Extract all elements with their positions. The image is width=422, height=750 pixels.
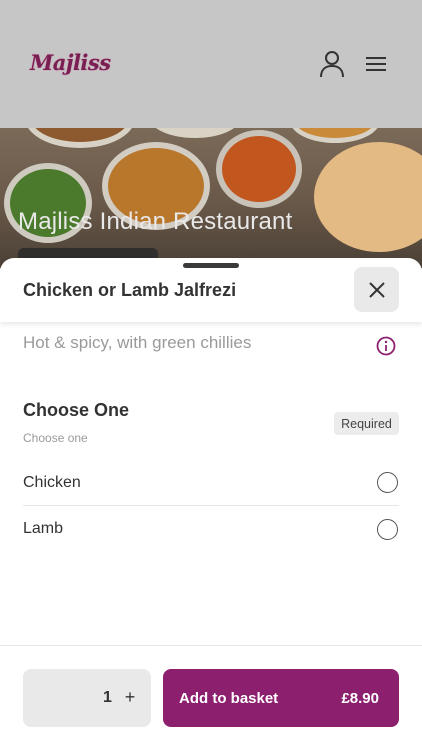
item-title: Chicken or Lamb Jalfrezi: [23, 280, 237, 300]
food-image: [290, 128, 380, 143]
add-to-basket-button[interactable]: Add to basket £8.90: [163, 669, 399, 727]
food-image: [314, 142, 422, 252]
sheet-grabber[interactable]: [183, 263, 239, 268]
close-icon: [368, 281, 385, 298]
price-label: £8.90: [341, 689, 379, 707]
app-header: Majliss: [0, 0, 422, 128]
option-group-title: Choose One: [23, 400, 130, 420]
add-to-basket-label: Add to basket: [179, 689, 279, 707]
increment-button[interactable]: +: [119, 683, 141, 711]
account-button[interactable]: [316, 48, 348, 80]
close-button[interactable]: [354, 267, 399, 312]
restaurant-hero: Majliss Indian Restaurant: [0, 128, 422, 268]
option-label: Lamb: [23, 520, 64, 537]
required-badge: Required: [334, 412, 399, 435]
sheet-header: Chicken or Lamb Jalfrezi: [0, 258, 422, 322]
user-icon: [320, 51, 344, 78]
info-button[interactable]: [376, 336, 396, 356]
quantity-stepper: 1 +: [23, 669, 151, 727]
radio-button[interactable]: [377, 472, 398, 493]
hamburger-menu-icon: [366, 57, 386, 71]
food-image: [25, 128, 135, 148]
menu-button[interactable]: [360, 48, 392, 80]
radio-button[interactable]: [377, 518, 398, 540]
restaurant-name: Majliss Indian Restaurant: [18, 208, 293, 235]
basket-footer: 1 + Add to basket £8.90: [0, 645, 422, 750]
option-lamb[interactable]: Lamb: [23, 506, 399, 552]
quantity-value: 1: [103, 689, 112, 706]
option-group-subtitle: Choose one: [23, 431, 88, 445]
food-image: [150, 128, 240, 138]
food-image: [216, 130, 302, 208]
option-label: Chicken: [23, 473, 81, 491]
brand-logo[interactable]: Majliss: [30, 50, 111, 75]
option-chicken[interactable]: Chicken: [23, 460, 399, 506]
item-description: Hot & spicy, with green chillies: [23, 333, 252, 352]
info-icon: [376, 336, 396, 356]
